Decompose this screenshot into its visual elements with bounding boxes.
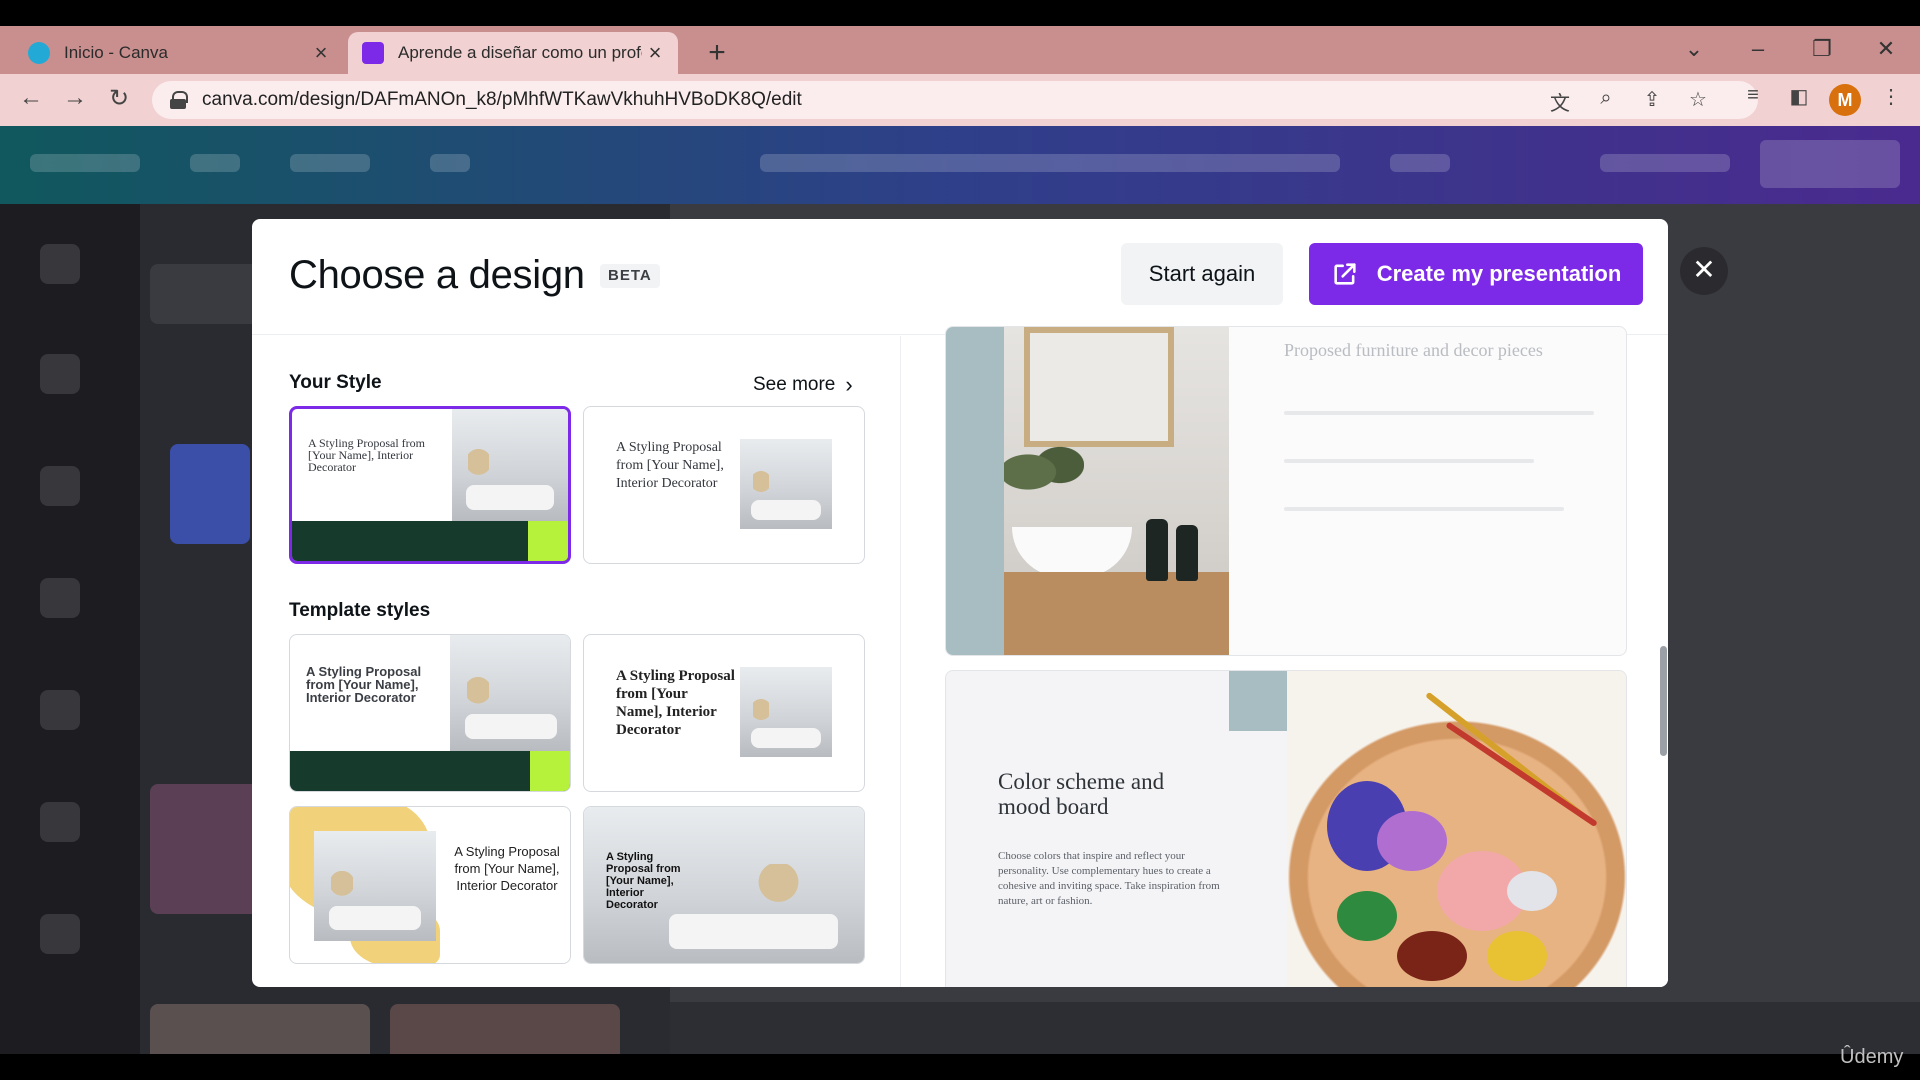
create-presentation-button[interactable]: Create my presentation (1309, 243, 1643, 305)
side-panel-icon[interactable]: ◧ (1784, 84, 1814, 109)
card-text: A Styling Proposal from [Your Name], Int… (308, 436, 426, 474)
browser-tab-active[interactable]: Aprende a diseñar como un profesional co… (348, 32, 678, 74)
canva-top-bar (0, 126, 1920, 204)
close-modal-button[interactable]: ✕ (1680, 247, 1728, 295)
tab-close-icon[interactable]: × (642, 40, 668, 66)
bookmark-star-icon[interactable]: ☆ (1684, 87, 1712, 112)
your-style-heading: Your Style (289, 372, 382, 393)
your-style-card-1[interactable]: A Styling Proposal from [Your Name], Int… (289, 406, 571, 564)
living-room-image (740, 439, 832, 529)
course-favicon-icon (362, 42, 384, 64)
living-room-image (450, 635, 570, 751)
udemy-watermark: Ûdemy (1840, 1046, 1904, 1068)
living-room-image (314, 831, 436, 941)
tab-close-icon[interactable]: × (308, 40, 334, 66)
template-style-card-2[interactable]: A Styling Proposal from [Your Name], Int… (583, 634, 865, 792)
reading-list-icon[interactable]: ≡ (1738, 84, 1768, 107)
browser-menu-icon[interactable]: ⋮ (1876, 84, 1906, 109)
chevron-right-icon: › (845, 372, 853, 397)
browser-tab-strip: Inicio - Canva × Aprende a diseñar como … (0, 26, 1920, 74)
card-text: A Styling Proposal from [Your Name], Int… (306, 664, 422, 705)
tab-title: Aprende a diseñar como un profesional co… (398, 43, 642, 62)
start-again-button[interactable]: Start again (1121, 243, 1283, 305)
style-options-panel: Your Style See more › A Styling Proposal… (252, 336, 900, 987)
template-style-card-3[interactable]: A Styling Proposal from [Your Name], Int… (289, 806, 571, 964)
see-more-label: See more (753, 374, 836, 395)
slide-title: Proposed furniture and decor pieces (1284, 340, 1543, 360)
profile-avatar[interactable]: M (1829, 84, 1861, 116)
zoom-icon[interactable]: ⌕ (1592, 87, 1620, 110)
template-style-card-1[interactable]: A Styling Proposal from [Your Name], Int… (289, 634, 571, 792)
lock-icon (170, 91, 188, 109)
address-bar[interactable]: canva.com/design/DAFmANOn_k8/pMhfWTKawVk… (152, 81, 1758, 119)
template-style-card-4[interactable]: A Styling Proposal from [Your Name], Int… (583, 806, 865, 964)
minimize-icon[interactable]: – (1738, 36, 1778, 62)
create-presentation-label: Create my presentation (1376, 261, 1622, 286)
card-text: A Styling Proposal from [Your Name], Int… (454, 844, 560, 893)
living-room-image (452, 409, 568, 521)
screen: Inicio - Canva × Aprende a diseñar como … (0, 26, 1920, 1054)
modal-header: Choose a design BETA Start again Create … (252, 219, 1668, 335)
tab-title: Inicio - Canva (64, 43, 168, 62)
paint-palette-image (1267, 671, 1626, 987)
tab-search-chevron-icon[interactable]: ⌄ (1674, 36, 1714, 62)
canva-side-nav (0, 204, 140, 1054)
back-icon[interactable]: ← (14, 84, 48, 112)
new-tab-button[interactable]: + (700, 36, 734, 70)
url-text: canva.com/design/DAFmANOn_k8/pMhfWTKawVk… (202, 89, 802, 110)
browser-toolbar: ← → ↻ canva.com/design/DAFmANOn_k8/pMhfW… (0, 74, 1920, 126)
bathroom-image (1004, 327, 1229, 655)
see-more-link[interactable]: See more › (753, 372, 853, 398)
canva-favicon-icon (28, 42, 50, 64)
external-link-icon (1334, 263, 1356, 285)
restore-icon[interactable]: ❐ (1802, 36, 1842, 62)
canva-footer (670, 1002, 1920, 1054)
preview-scrollbar[interactable] (1660, 646, 1667, 756)
presentation-preview: Proposed furniture and decor pieces Colo… (901, 326, 1668, 987)
choose-design-modal: Choose a design BETA Start again Create … (252, 219, 1668, 987)
your-style-card-2[interactable]: A Styling Proposal from [Your Name], Int… (583, 406, 865, 564)
browser-tab-inicio[interactable]: Inicio - Canva × (14, 32, 344, 74)
card-text: A Styling Proposal from [Your Name], Int… (616, 440, 724, 491)
translate-icon[interactable]: 文 (1546, 87, 1574, 116)
template-styles-heading: Template styles (289, 600, 431, 621)
reload-icon[interactable]: ↻ (102, 84, 136, 113)
modal-title: Choose a design (289, 253, 585, 297)
window-close-icon[interactable]: ✕ (1866, 36, 1906, 62)
beta-badge: BETA (600, 264, 660, 288)
card-text: A Styling Proposal from [Your Name], Int… (616, 668, 735, 738)
living-room-image (740, 667, 832, 757)
preview-slide-furniture[interactable]: Proposed furniture and decor pieces (945, 326, 1627, 656)
preview-slide-color-scheme[interactable]: Color scheme and mood board Choose color… (945, 670, 1627, 987)
share-icon[interactable]: ⇪ (1638, 87, 1666, 112)
forward-icon[interactable]: → (58, 84, 92, 112)
card-text: A Styling Proposal from [Your Name], Int… (606, 851, 681, 911)
slide-title: Color scheme and mood board (998, 769, 1165, 819)
slide-body: Choose colors that inspire and reflect y… (998, 850, 1220, 907)
